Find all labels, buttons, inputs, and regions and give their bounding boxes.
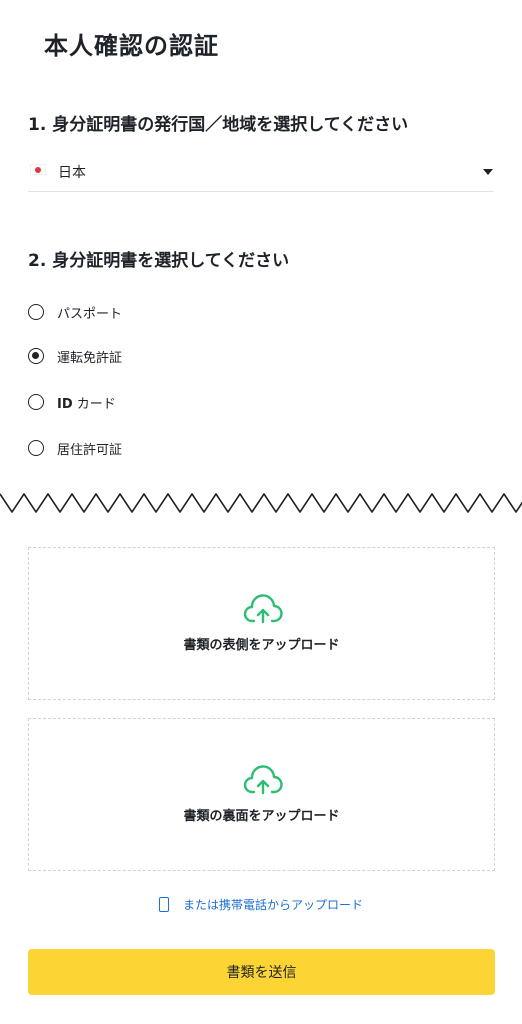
radio-label: 運転免許証: [57, 350, 123, 366]
upload-front-area[interactable]: 書類の表側をアップロード: [28, 547, 495, 700]
country-value: 日本: [58, 165, 86, 181]
mobile-upload-link[interactable]: または携帯電話からアップロード: [0, 896, 522, 913]
radio-button[interactable]: [28, 394, 44, 410]
radio-id-card[interactable]: ID カード: [28, 391, 116, 413]
radio-label: パスポート: [57, 306, 123, 322]
country-select[interactable]: 日本: [28, 156, 494, 192]
radio-residence-permit[interactable]: 居住許可証: [28, 437, 122, 459]
radio-button-selected[interactable]: [28, 348, 44, 364]
radio-button[interactable]: [28, 440, 44, 456]
page-title: 本人確認の認証: [44, 32, 219, 60]
radio-label: 居住許可証: [57, 442, 123, 458]
torn-edge-divider: [0, 493, 522, 513]
radio-button[interactable]: [28, 304, 44, 320]
cloud-upload-icon: [243, 594, 283, 624]
upload-back-label: 書類の裏面をアップロード: [183, 809, 340, 824]
mobile-upload-label[interactable]: または携帯電話からアップロード: [183, 896, 363, 913]
phone-icon: [158, 897, 169, 912]
upload-back-area[interactable]: 書類の裏面をアップロード: [28, 718, 495, 871]
cloud-upload-icon: [243, 765, 283, 795]
radio-label: ID カード: [57, 393, 116, 412]
caret-down-icon: [483, 169, 493, 175]
section-document-title: 2. 身分証明書を選択してください: [28, 251, 290, 271]
radio-passport[interactable]: パスポート: [28, 301, 122, 323]
section-country-title: 1. 身分証明書の発行国／地域を選択してください: [28, 115, 409, 135]
radio-label-rest: カード: [72, 396, 116, 412]
submit-documents-button[interactable]: 書類を送信: [28, 949, 495, 995]
upload-front-label: 書類の表側をアップロード: [183, 638, 340, 653]
radio-drivers-license[interactable]: 運転免許証: [28, 345, 122, 367]
japan-flag-icon: [30, 164, 46, 175]
radio-label-bold: ID: [57, 396, 73, 412]
